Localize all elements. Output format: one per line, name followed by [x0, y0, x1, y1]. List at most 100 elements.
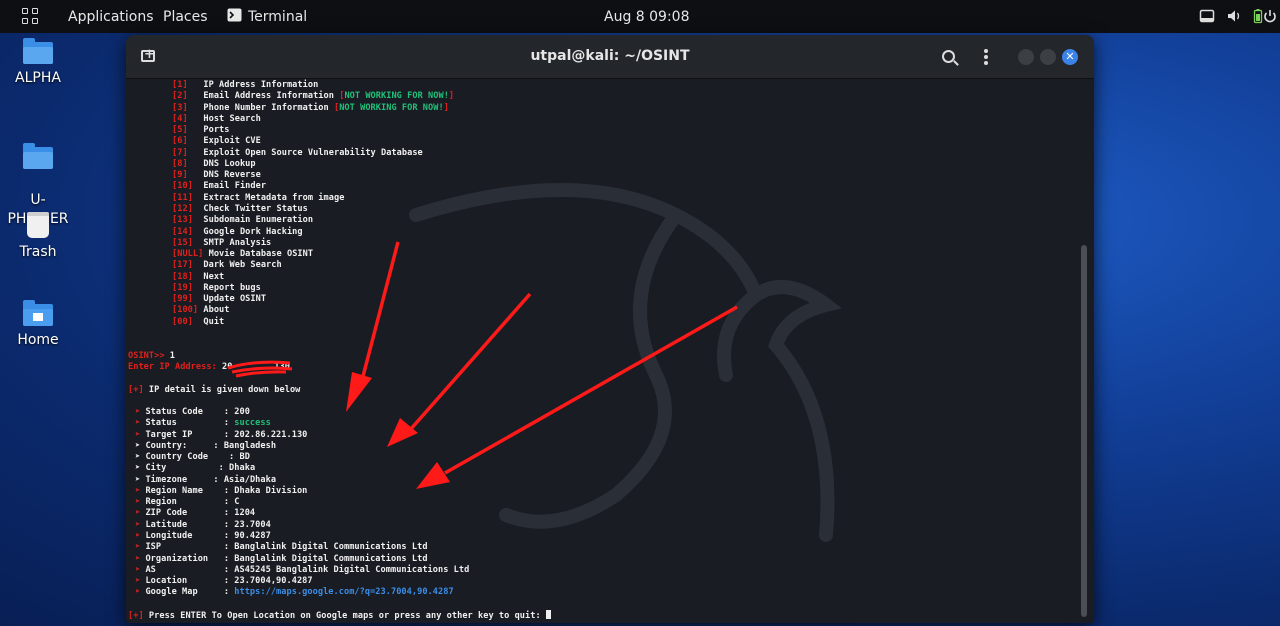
- detail-value: Banglalink Digital Communications Ltd: [234, 542, 428, 553]
- menu-item[interactable]: [9] DNS Reverse: [172, 170, 261, 181]
- menu-item[interactable]: [00] Quit: [172, 317, 224, 328]
- separator: :: [223, 553, 235, 564]
- bullet-icon: ➤: [135, 542, 146, 553]
- power-icon[interactable]: [1262, 8, 1278, 24]
- bullet-icon: ➤: [135, 407, 146, 417]
- menu-icon[interactable]: [984, 49, 988, 67]
- menu-item[interactable]: [17] Dark Web Search: [172, 260, 282, 271]
- menu-item[interactable]: [5] Ports: [172, 125, 230, 136]
- bullet-icon: ➤: [135, 530, 146, 541]
- ip-value-start: 20: [222, 362, 233, 372]
- bullet-icon: ➤: [135, 576, 146, 587]
- places-menu[interactable]: Places: [163, 9, 208, 25]
- menu-item[interactable]: [12] Check Twitter Status: [172, 204, 308, 215]
- menu-item-label: Dark Web Search: [203, 260, 282, 271]
- menu-item-label: Subdomain Enumeration: [203, 215, 314, 226]
- window-icon[interactable]: [1199, 8, 1215, 24]
- terminal-window[interactable]: utpal@kali: ~/OSINT ✕ [1] IP Address Inf…: [126, 35, 1094, 623]
- desktop-icon-trash[interactable]: Trash: [0, 212, 76, 260]
- detail-key: Organization: [145, 553, 224, 564]
- detail-key: AS: [145, 564, 224, 575]
- detail-key: ISP: [145, 542, 224, 553]
- final-prompt-text: Press ENTER To Open Location on Google m…: [143, 611, 546, 621]
- minimize-button[interactable]: [1018, 49, 1034, 65]
- menu-item[interactable]: [8] DNS Lookup: [172, 159, 256, 170]
- apps-grid-icon[interactable]: [22, 8, 39, 25]
- menu-item-number: 00: [177, 316, 188, 327]
- detail-key: Google Map: [145, 587, 224, 598]
- detail-row: ➤ City : Dhaka: [135, 463, 255, 474]
- separator: :: [229, 452, 240, 463]
- bullet-icon: ➤: [135, 519, 146, 530]
- menu-item-label: Report bugs: [203, 282, 261, 293]
- menu-item[interactable]: [1] IP Address Information: [172, 80, 318, 91]
- terminal-app-menu[interactable]: Terminal: [248, 9, 307, 25]
- separator: :: [223, 497, 235, 508]
- detail-key: Longitude: [145, 530, 224, 541]
- menu-item[interactable]: [NULL] Movie Database OSINT: [172, 249, 313, 260]
- menu-item-label: Host Search: [203, 113, 261, 124]
- separator: :: [223, 519, 235, 530]
- menu-item-label: Google Dork Hacking: [203, 226, 303, 237]
- menu-item[interactable]: [6] Exploit CVE: [172, 136, 261, 147]
- status-marker: [+]: [128, 385, 144, 395]
- desktop-icon-label: ALPHA: [15, 70, 61, 86]
- menu-item-label: Quit: [203, 316, 225, 327]
- menu-item[interactable]: [4] Host Search: [172, 114, 261, 125]
- ip-value-end: 130: [274, 362, 290, 372]
- menu-item[interactable]: [11] Extract Metadata from image: [172, 193, 344, 204]
- text-cursor: [545, 610, 551, 619]
- menu-item-note: NOT WORKING FOR NOW!: [339, 102, 444, 113]
- search-icon[interactable]: [942, 50, 955, 63]
- status-marker: [+]: [128, 611, 144, 621]
- terminal-output[interactable]: [1] IP Address Information [2] Email Addr…: [128, 80, 1078, 621]
- separator: :: [223, 429, 235, 440]
- desktop-icon-alpha[interactable]: ALPHA: [0, 38, 76, 86]
- detail-value: Asia/Dhaka: [223, 474, 277, 485]
- menu-item[interactable]: [19] Report bugs: [172, 283, 261, 294]
- scrollbar[interactable]: [1081, 245, 1087, 617]
- bracket: ]: [448, 91, 455, 102]
- clock[interactable]: Aug 8 09:08: [604, 9, 690, 25]
- volume-icon[interactable]: [1226, 8, 1242, 24]
- menu-item-label: Movie Database OSINT: [208, 249, 314, 260]
- menu-item[interactable]: [10] Email Finder: [172, 181, 266, 192]
- separator: :: [223, 418, 235, 429]
- prompt: OSINT>>: [128, 351, 165, 361]
- trash-icon: [27, 212, 49, 238]
- menu-item[interactable]: [13] Subdomain Enumeration: [172, 215, 313, 226]
- menu-item[interactable]: [2] Email Address Information [NOT WORKI…: [172, 91, 454, 102]
- maximize-button[interactable]: [1040, 49, 1056, 65]
- detail-key: Status Code: [145, 407, 224, 417]
- applications-menu[interactable]: Applications: [68, 9, 154, 25]
- final-prompt-line[interactable]: [+] Press ENTER To Open Location on Goog…: [128, 610, 551, 621]
- menu-item[interactable]: [3] Phone Number Information [NOT WORKIN…: [172, 103, 449, 114]
- detail-value: 23.7004: [234, 519, 271, 530]
- detail-row: ➤ Status Code : 200: [135, 407, 250, 418]
- detail-key: Timezone: [145, 474, 214, 485]
- menu-item[interactable]: [14] Google Dork Hacking: [172, 227, 303, 238]
- detail-value: 200: [234, 407, 250, 417]
- menu-item[interactable]: [15] SMTP Analysis: [172, 238, 271, 249]
- menu-item[interactable]: [18] Next: [172, 272, 224, 283]
- desktop-icon-home[interactable]: Home: [0, 300, 76, 348]
- menu-item[interactable]: [7] Exploit Open Source Vulnerability Da…: [172, 148, 423, 159]
- terminal-titlebar[interactable]: utpal@kali: ~/OSINT ✕: [126, 35, 1094, 79]
- menu-item-number: NULL: [177, 249, 199, 260]
- menu-item-number: 10: [177, 181, 188, 192]
- menu-item-label: Ports: [203, 125, 230, 136]
- detail-key: Country Code: [145, 452, 230, 463]
- close-button[interactable]: ✕: [1062, 49, 1078, 65]
- menu-item[interactable]: [99] Update OSINT: [172, 294, 266, 305]
- separator: :: [223, 407, 235, 417]
- bullet-icon: ➤: [135, 418, 146, 429]
- detail-key: Status: [145, 418, 224, 429]
- menu-item[interactable]: [100] About: [172, 305, 230, 316]
- detail-value: 90.4287: [234, 530, 271, 541]
